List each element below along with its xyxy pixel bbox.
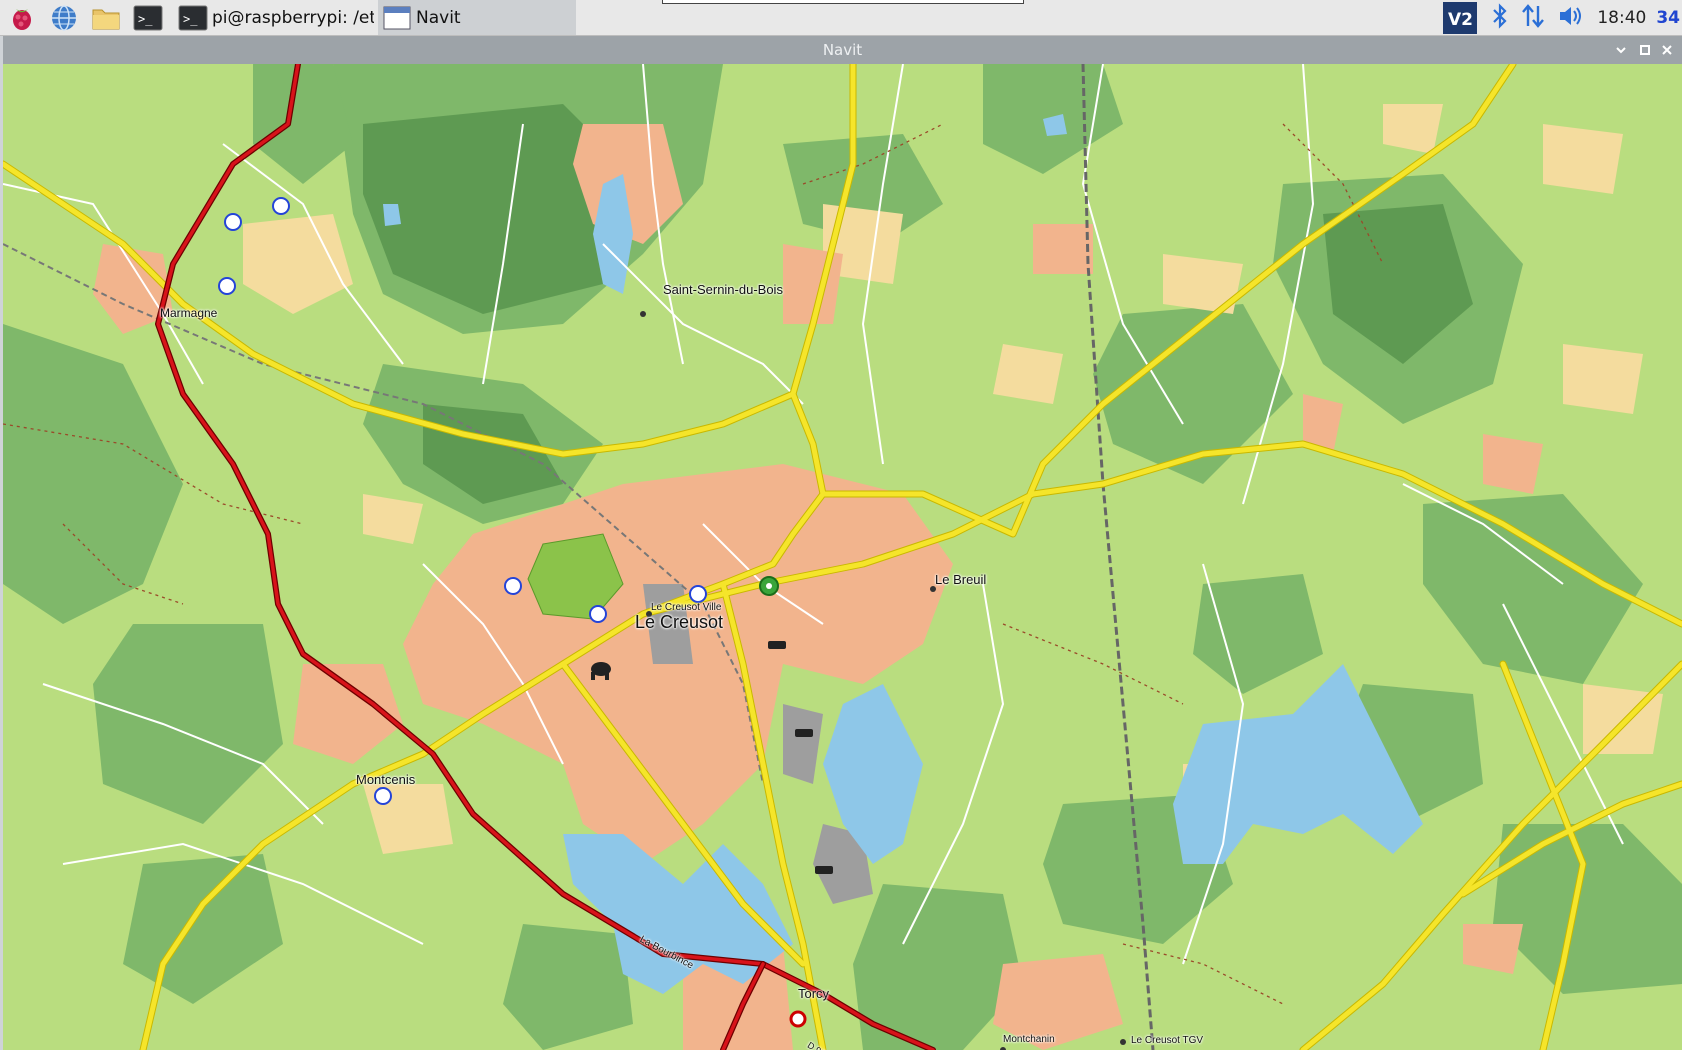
task-terminal[interactable]: >_ pi@raspberrypi: /etc/... <box>174 0 374 35</box>
close-icon[interactable] <box>1658 41 1676 59</box>
taskbar-search-field[interactable] <box>662 0 1024 4</box>
task-navit-label: Navit <box>416 7 461 28</box>
task-terminal-label: pi@raspberrypi: /etc/... <box>212 7 374 28</box>
label-le-creusot-ville: Le Creusot Ville <box>651 602 722 613</box>
maximize-icon[interactable] <box>1636 41 1654 59</box>
task-navit[interactable]: Navit <box>378 0 576 35</box>
motorway-junction-icon <box>789 1010 807 1028</box>
window-titlebar[interactable]: Navit <box>3 36 1682 64</box>
svg-text:V2: V2 <box>1448 10 1473 30</box>
terminal-icon: >_ <box>178 5 208 31</box>
terminal-icon[interactable]: >_ <box>132 2 164 33</box>
label-le-creusot: Le Creusot <box>635 612 724 632</box>
label-le-breuil: Le Breuil <box>935 572 987 587</box>
volume-icon[interactable] <box>1557 3 1583 33</box>
label-le-creusot-tgv: Le Creusot TGV <box>1131 1035 1204 1046</box>
label-torcy: Torcy <box>798 986 830 1001</box>
label-saint-sernin: Saint-Sernin-du-Bois <box>663 282 783 297</box>
cpu-usage[interactable]: 34 <box>1656 8 1680 28</box>
vnc-icon[interactable]: V2 <box>1443 1 1478 34</box>
window-icon <box>382 5 412 31</box>
clock[interactable]: 18:40 <box>1597 8 1646 28</box>
label-montcenis: Montcenis <box>356 772 416 787</box>
system-tray: V2 18:40 34 <box>1443 0 1682 35</box>
raspberry-menu-icon[interactable] <box>6 2 38 33</box>
svg-text:>_: >_ <box>138 12 153 26</box>
minimize-icon[interactable] <box>1612 41 1630 59</box>
browser-globe-icon[interactable] <box>48 2 80 33</box>
taskbar: >_ >_ pi@raspberrypi: /etc/... Navit V2 … <box>0 0 1682 36</box>
svg-text:>_: >_ <box>183 12 198 26</box>
network-updown-icon[interactable] <box>1521 3 1545 33</box>
map-canvas <box>3 64 1682 1050</box>
file-manager-folder-icon[interactable] <box>90 2 122 33</box>
map-view[interactable]: Saint-Sernin-du-Bois Marmagne Le Creusot… <box>3 64 1682 1050</box>
current-position-icon <box>759 576 779 596</box>
label-montchanin: Montchanin <box>1003 1034 1055 1045</box>
bluetooth-icon[interactable] <box>1491 2 1509 33</box>
label-marmagne: Marmagne <box>160 306 218 320</box>
window-title: Navit <box>822 41 863 59</box>
